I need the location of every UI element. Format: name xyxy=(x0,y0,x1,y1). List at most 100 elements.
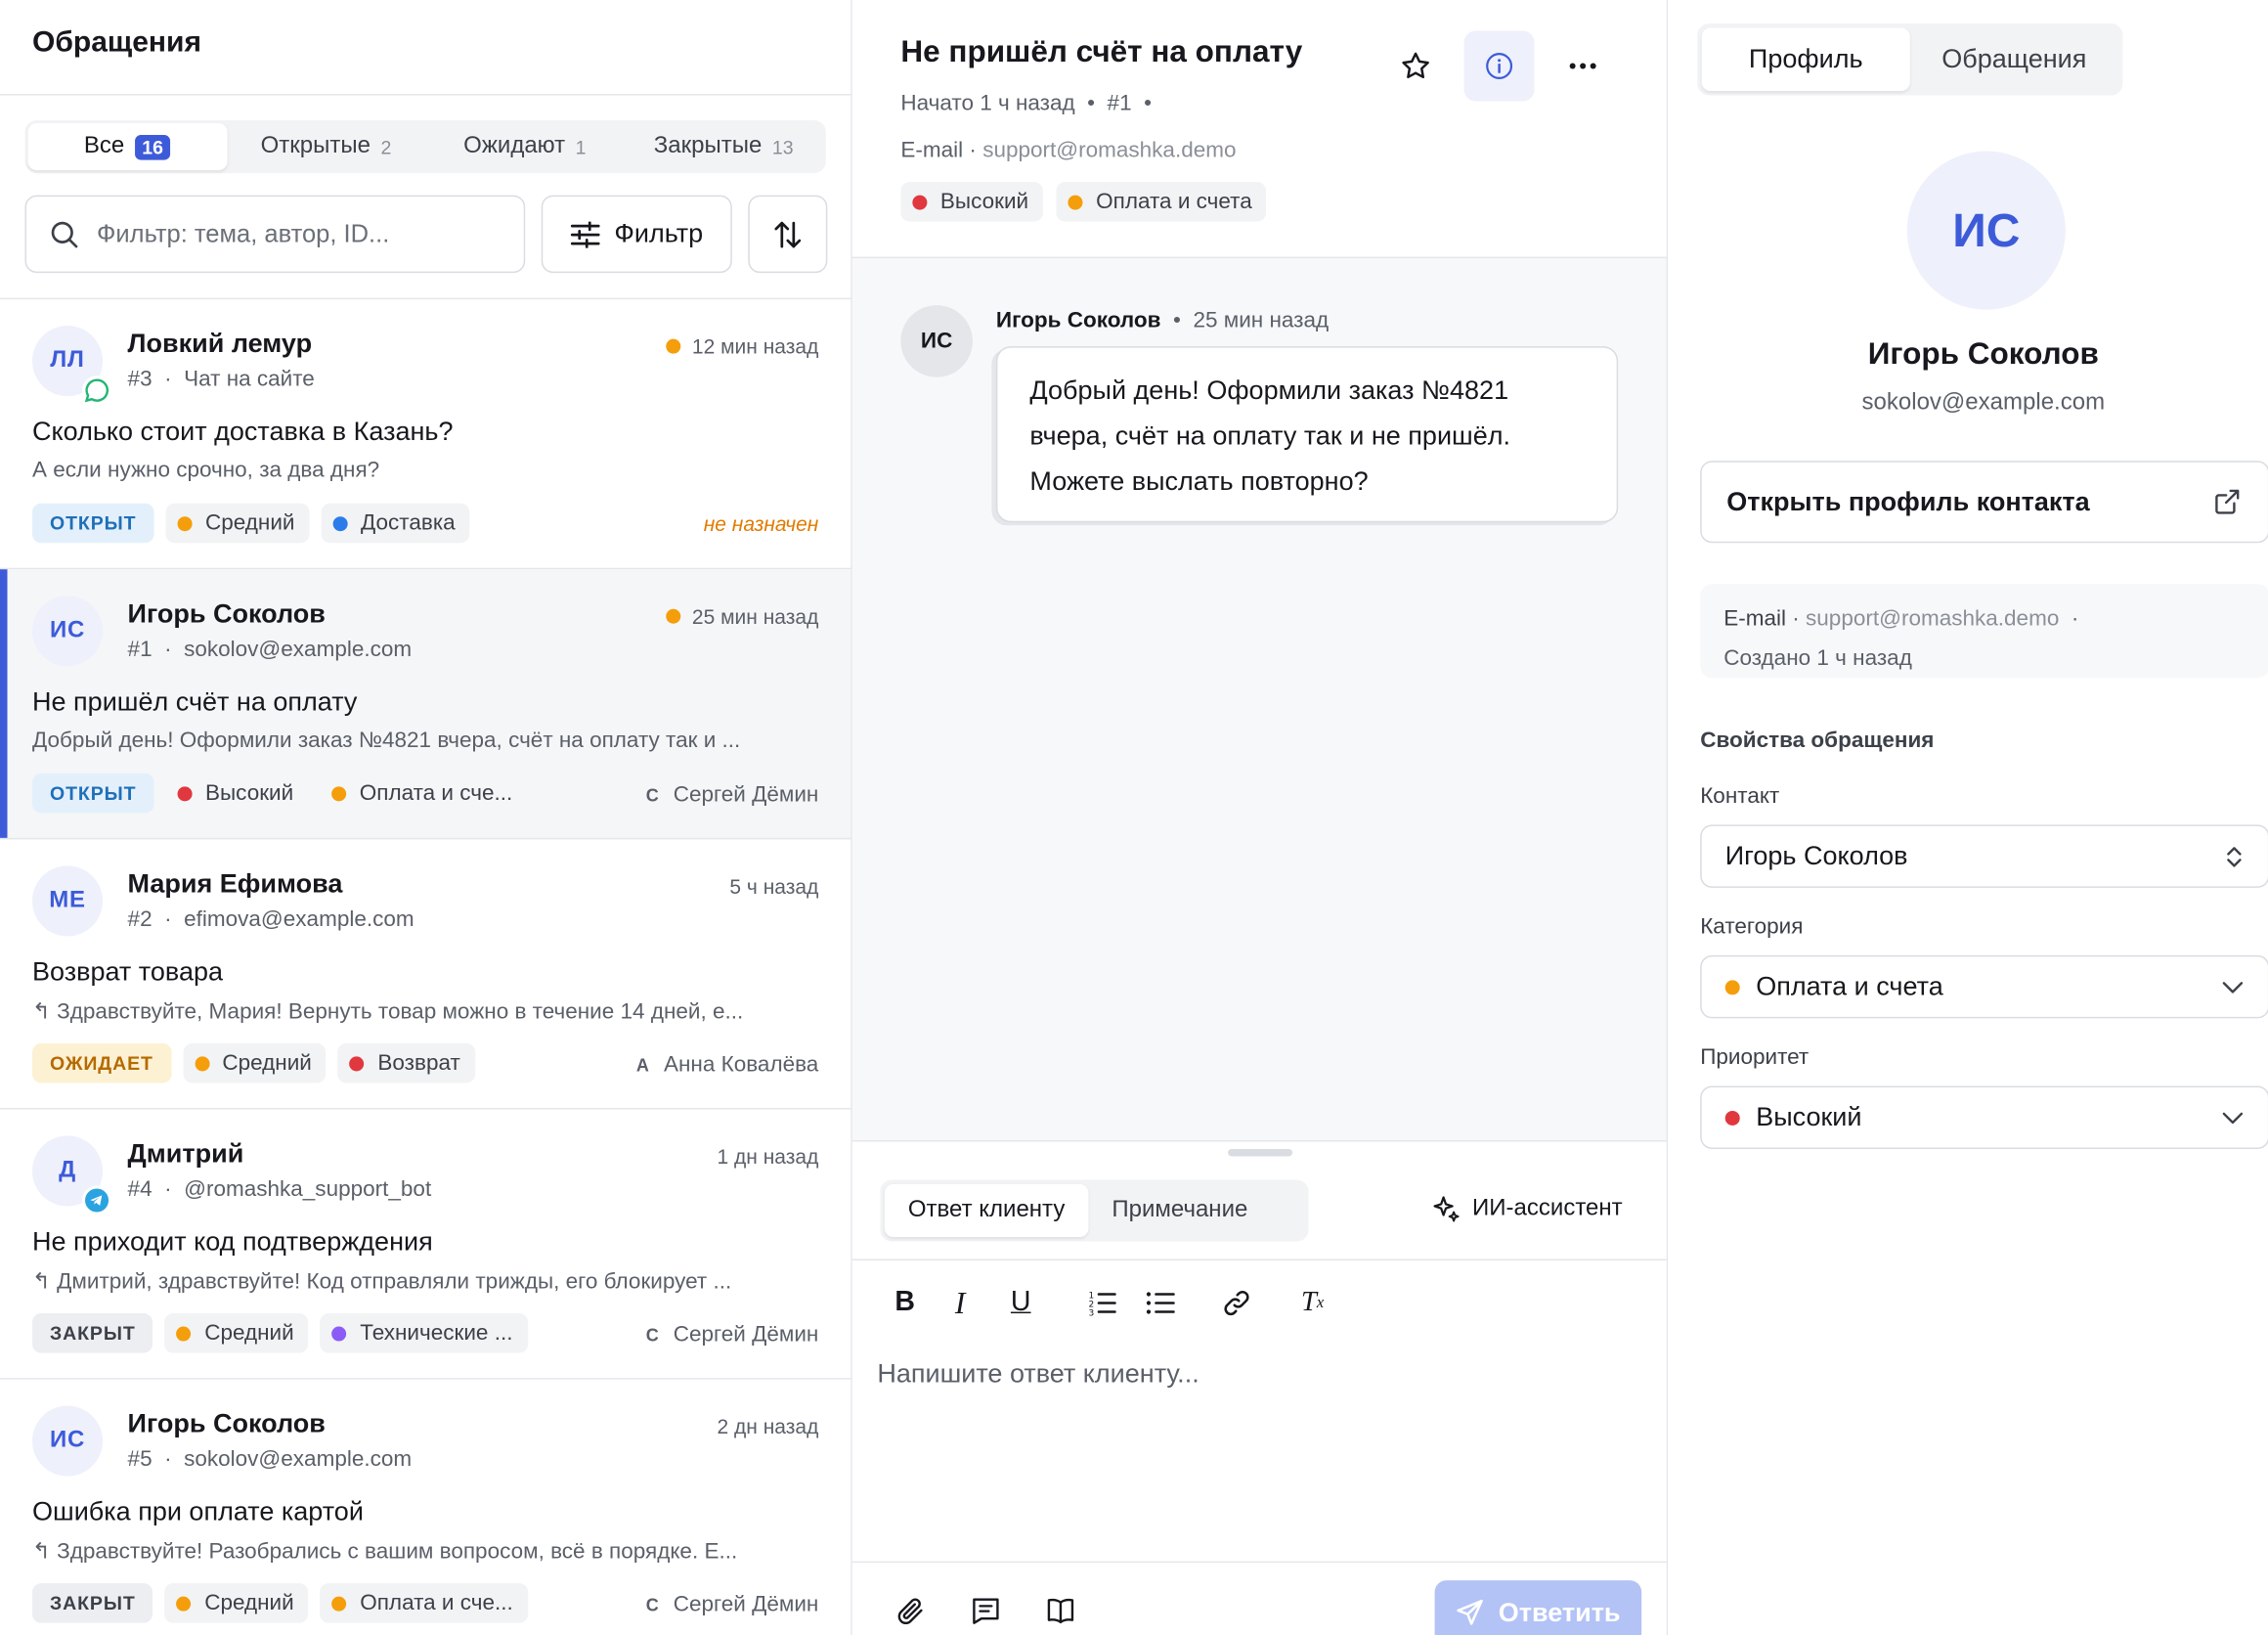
ticket-time: 12 мин назад xyxy=(665,334,819,359)
assignee: С Сергей Дёмин xyxy=(646,782,819,808)
priority-tag: Средний xyxy=(182,1042,327,1083)
attach-icon[interactable] xyxy=(894,1595,927,1635)
avatar: Д xyxy=(32,1135,112,1215)
composer-footer: Ответить xyxy=(851,1561,1667,1635)
channel-label: E-mail xyxy=(900,138,964,163)
started-text: Начато 1 ч назад xyxy=(900,91,1075,116)
category-select[interactable]: Оплата и счета xyxy=(1700,954,2268,1019)
category-text: Оплата и счета xyxy=(1096,189,1252,215)
reply-icon: ↰ xyxy=(32,998,58,1025)
ticket-row[interactable]: ИС Игорь Соколов #5 · sokolov@example.co… xyxy=(0,1380,850,1635)
ticket-id: #1 xyxy=(127,637,153,662)
avatar-initials: МЕ xyxy=(49,887,86,913)
assignee-initial: С xyxy=(645,1324,659,1346)
link-icon[interactable] xyxy=(1222,1287,1251,1319)
message-author: Игорь Соколов xyxy=(995,308,1161,333)
sort-button[interactable] xyxy=(748,195,828,274)
ordered-list-icon[interactable]: 123 xyxy=(1087,1287,1116,1319)
ticket-id: #3 xyxy=(127,367,153,392)
ticket-author: Игорь Соколов xyxy=(127,1408,326,1438)
ticket-row[interactable]: ИС Игорь Соколов #1 · sokolov@example.co… xyxy=(0,569,851,840)
conversation-tags: Высокий Оплата и счета xyxy=(900,182,1267,222)
ticket-time: 2 дн назад xyxy=(717,1415,818,1438)
search-icon xyxy=(51,220,78,247)
conversation-header: Не пришёл счёт на оплату Начато 1 ч наза… xyxy=(851,0,1667,259)
sliders-icon xyxy=(570,220,600,247)
ticket-list-panel: Обращения Все 16 Открытые 2 Ожидают 1 Закры… xyxy=(0,0,852,1635)
time-text: 12 мин назад xyxy=(691,334,819,359)
reply-icon: ↰ xyxy=(32,1539,58,1565)
chevron-up-down-icon xyxy=(2227,846,2242,866)
clear-format-icon[interactable]: Tx xyxy=(1301,1287,1324,1319)
star-button[interactable] xyxy=(1380,31,1451,102)
template-icon[interactable] xyxy=(970,1595,1002,1635)
priority-tag: Средний xyxy=(165,503,310,544)
tab-open[interactable]: Открытые 2 xyxy=(227,123,425,170)
priority-tag: Средний xyxy=(164,1313,309,1353)
contact-select[interactable]: Игорь Соколов xyxy=(1700,824,2268,888)
ticket-preview: ↰ Здравствуйте, Мария! Вернуть товар мож… xyxy=(32,997,818,1025)
italic-icon[interactable]: I xyxy=(955,1285,966,1320)
ticket-row[interactable]: Д Дмитрий #4 · @romashka_support_bot 1 д… xyxy=(0,1109,851,1380)
reply-input[interactable] xyxy=(877,1358,1640,1550)
preview-text: Здравствуйте! Разобрались с вашим вопрос… xyxy=(57,1539,738,1565)
external-link-icon xyxy=(2215,489,2240,514)
ticket-source: sokolov@example.com xyxy=(184,1446,413,1473)
tab-count: 2 xyxy=(380,135,392,158)
tab-tickets[interactable]: Обращения xyxy=(1910,28,2118,92)
tab-reply[interactable]: Ответ клиенту xyxy=(884,1183,1089,1238)
priority-tag: Высокий xyxy=(165,773,308,814)
tab-closed[interactable]: Закрытые 13 xyxy=(625,123,823,170)
svg-text:3: 3 xyxy=(1088,1308,1094,1316)
category-tag: Доставка xyxy=(321,503,470,544)
ticket-preview: ↰ Здравствуйте! Разобрались с вашим вопр… xyxy=(32,1538,818,1565)
ticket-source: Чат на сайте xyxy=(184,367,315,392)
chat-icon xyxy=(82,376,112,406)
avatar: МЕ xyxy=(32,865,104,937)
priority-label: Приоритет xyxy=(1700,1044,1810,1070)
tab-label: Все xyxy=(83,133,125,159)
tab-all[interactable]: Все 16 xyxy=(27,123,227,171)
tab-count: 16 xyxy=(134,134,171,159)
ticket-time: 1 дн назад xyxy=(717,1144,818,1168)
ticket-row[interactable]: ЛЛ Ловкий лемур #3 · Чат на сайте 12 мин… xyxy=(0,299,851,570)
filter-button[interactable]: Фильтр xyxy=(541,195,732,274)
open-profile-button[interactable]: Открыть профиль контакта xyxy=(1700,461,2268,544)
status-tabs: Все 16 Открытые 2 Ожидают 1 Закрытые 13 xyxy=(24,120,826,174)
ticket-preview: Добрый день! Оформили заказ №4821 вчера,… xyxy=(32,728,741,753)
channel-label: E-mail xyxy=(1723,605,1787,632)
priority-text: Средний xyxy=(204,1320,294,1347)
ticket-meta: #1 · sokolov@example.com xyxy=(127,637,413,662)
assignee-initial: С xyxy=(645,784,659,806)
knowledge-base-icon[interactable] xyxy=(1044,1595,1076,1635)
info-button[interactable] xyxy=(1463,30,1535,102)
avatar: ИС xyxy=(1906,151,2066,310)
ticket-id: #1 xyxy=(1107,91,1132,116)
channel-value: support@romashka.demo xyxy=(1806,605,2060,632)
underline-icon[interactable]: U xyxy=(1011,1287,1031,1319)
ticket-row[interactable]: МЕ Мария Ефимова #2 · efimova@example.co… xyxy=(0,839,851,1110)
ai-assistant-button[interactable]: ИИ-ассистент xyxy=(1431,1194,1623,1223)
ticket-subject: Не пришёл счёт на оплату xyxy=(32,686,358,717)
resize-handle[interactable] xyxy=(1228,1148,1293,1157)
category-text: Оплата и сче... xyxy=(359,780,513,806)
avatar-initials: Д xyxy=(59,1157,76,1183)
ticket-meta: #2 · efimova@example.com xyxy=(127,906,414,932)
contact-name: Игорь Соколов xyxy=(1867,337,2099,372)
bullet-list-icon[interactable] xyxy=(1146,1287,1175,1319)
more-button[interactable] xyxy=(1548,31,1618,102)
ticket-id: #5 xyxy=(127,1446,153,1473)
search-input[interactable] xyxy=(97,219,494,249)
tab-waiting[interactable]: Ожидают 1 xyxy=(425,123,624,170)
reply-icon: ↰ xyxy=(32,1269,58,1295)
telegram-icon xyxy=(82,1185,112,1215)
ticket-meta: #5 · sokolov@example.com xyxy=(127,1446,413,1473)
channel-info: E-mail · support@romashka.demo · Создано… xyxy=(1700,584,2268,679)
tab-profile[interactable]: Профиль xyxy=(1701,27,1910,92)
priority-select[interactable]: Высокий xyxy=(1700,1085,2268,1149)
send-button[interactable]: Ответить xyxy=(1434,1580,1642,1635)
tab-note[interactable]: Примечание xyxy=(1088,1184,1271,1237)
bold-icon[interactable]: B xyxy=(894,1287,915,1319)
conversation-title: Не пришёл счёт на оплату xyxy=(900,35,1303,69)
chevron-down-icon xyxy=(2222,981,2244,993)
